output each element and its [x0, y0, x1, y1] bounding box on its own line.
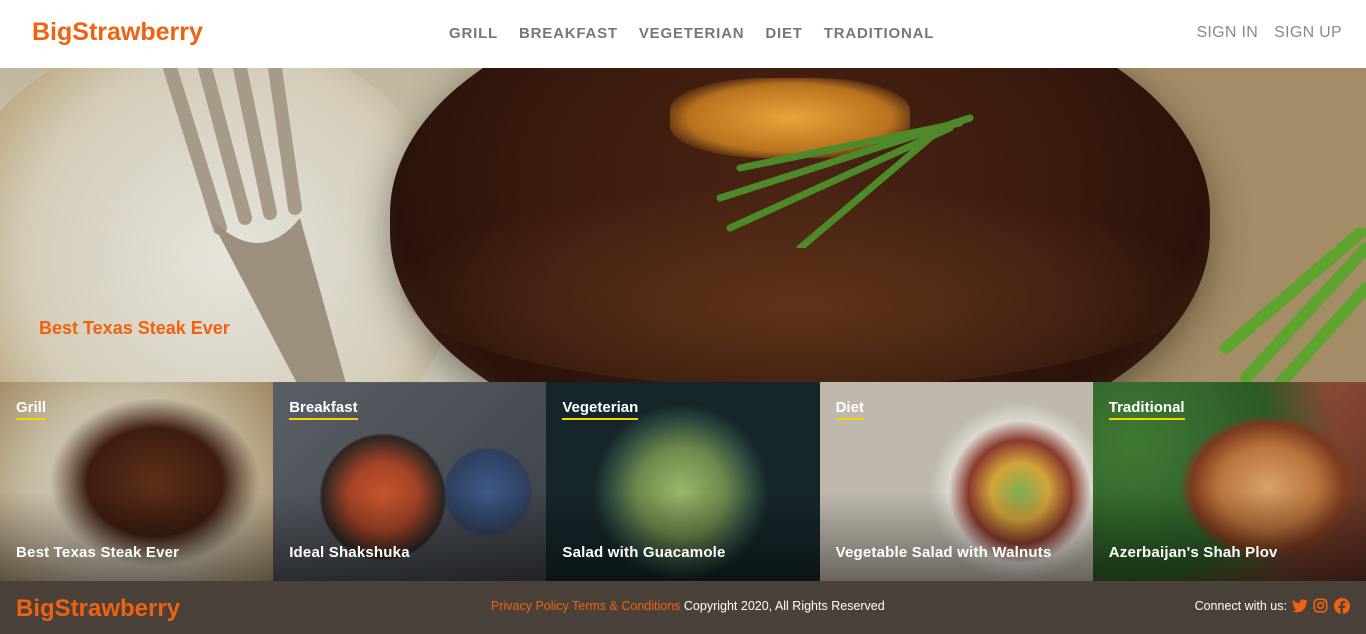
social-links: Connect with us:: [1195, 597, 1350, 614]
privacy-policy-link[interactable]: Privacy Policy: [491, 599, 569, 613]
nav-vegeterian[interactable]: VEGETERIAN: [639, 25, 745, 42]
tile-dish-title[interactable]: Vegetable Salad with Walnuts: [836, 544, 1052, 561]
twitter-icon[interactable]: [1291, 597, 1308, 614]
instagram-icon[interactable]: [1312, 597, 1329, 614]
footer-logo[interactable]: BigStrawberry: [16, 595, 180, 623]
category-tiles: Grill Best Texas Steak Ever Breakfast Id…: [0, 382, 1366, 581]
tile-traditional[interactable]: Traditional Azerbaijan's Shah Plov: [1092, 382, 1366, 581]
terms-link[interactable]: Terms & Conditions: [572, 599, 680, 613]
tile-dish-title[interactable]: Ideal Shakshuka: [289, 544, 410, 561]
site-footer: BigStrawberry Privacy Policy Terms & Con…: [0, 581, 1366, 634]
greens-image: [1220, 228, 1366, 382]
site-header: BigStrawberry GRILL BREAKFAST VEGETERIAN…: [0, 0, 1366, 68]
main-nav: GRILL BREAKFAST VEGETERIAN DIET TRADITIO…: [449, 25, 934, 42]
nav-diet[interactable]: DIET: [765, 25, 802, 42]
facebook-icon[interactable]: [1333, 597, 1350, 614]
sign-in-link[interactable]: SIGN IN: [1196, 24, 1258, 42]
nav-breakfast[interactable]: BREAKFAST: [519, 25, 618, 42]
tile-grill[interactable]: Grill Best Texas Steak Ever: [0, 382, 274, 581]
tile-category[interactable]: Vegeterian: [562, 399, 639, 420]
sign-up-link[interactable]: SIGN UP: [1274, 24, 1342, 42]
rosemary-image: [716, 114, 974, 248]
tile-dish-title[interactable]: Salad with Guacamole: [562, 544, 725, 561]
nav-grill[interactable]: GRILL: [449, 25, 498, 42]
tile-category[interactable]: Grill: [16, 399, 47, 420]
tile-dish-title[interactable]: Azerbaijan's Shah Plov: [1109, 544, 1278, 561]
tile-diet[interactable]: Diet Vegetable Salad with Walnuts: [819, 382, 1093, 581]
tile-category[interactable]: Breakfast: [289, 399, 358, 420]
hero-title[interactable]: Best Texas Steak Ever: [39, 318, 230, 339]
tile-breakfast[interactable]: Breakfast Ideal Shakshuka: [273, 382, 547, 581]
connect-label: Connect with us:: [1194, 598, 1287, 613]
site-logo[interactable]: BigStrawberry: [32, 18, 203, 47]
tile-vegeterian[interactable]: Vegeterian Salad with Guacamole: [546, 382, 820, 581]
tile-category[interactable]: Diet: [835, 399, 864, 420]
nav-traditional[interactable]: TRADITIONAL: [824, 25, 934, 42]
copyright-text: Copyright 2020, All Rights Reserved: [683, 599, 885, 613]
hero-banner[interactable]: Best Texas Steak Ever: [0, 68, 1366, 382]
tile-dish-title[interactable]: Best Texas Steak Ever: [16, 544, 179, 561]
footer-links: Privacy Policy Terms & Conditions Copyri…: [491, 599, 885, 613]
auth-links: SIGN IN SIGN UP: [1196, 24, 1342, 42]
tile-category[interactable]: Traditional: [1108, 399, 1185, 420]
